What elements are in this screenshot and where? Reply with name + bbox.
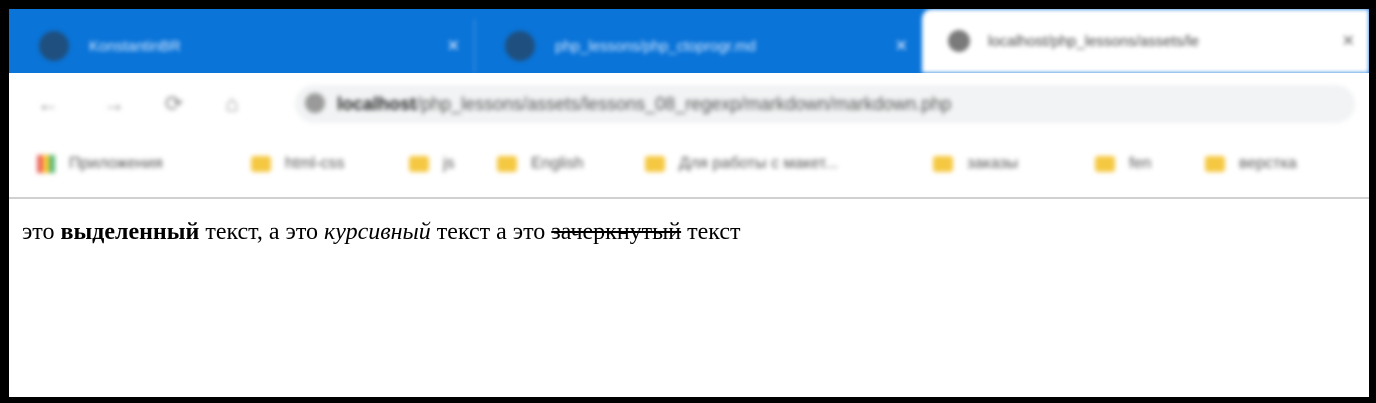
tab-localhost-active[interactable]: localhost/php_lessons/assets/le ✕ — [922, 9, 1369, 73]
home-icon[interactable]: ⌂ — [219, 91, 245, 117]
tab-title: localhost/php_lessons/assets/le — [988, 32, 1199, 50]
bookmark-apps[interactable]: Приложения — [37, 155, 163, 173]
info-icon[interactable] — [305, 93, 325, 113]
bookmarks-bar: Приложения html-css js English Для работ… — [9, 135, 1369, 199]
back-arrow-icon[interactable]: ← — [35, 91, 61, 117]
tab-php-lessons[interactable]: php_lessons/php_ctoprogr.md ✕ — [474, 19, 922, 73]
address-bar[interactable]: localhost/php_lessons/assets/lessons_08_… — [295, 85, 1355, 123]
folder-icon — [1205, 156, 1225, 172]
bookmark-html-css[interactable]: html-css — [251, 155, 345, 173]
close-icon[interactable]: ✕ — [447, 36, 460, 56]
folder-icon — [251, 156, 271, 172]
text-segment: текст — [681, 219, 741, 245]
bookmark-fen[interactable]: fen — [1095, 155, 1151, 173]
bold-text: выделенный — [60, 219, 200, 245]
strikethrough-text: зачеркнутый — [551, 219, 682, 245]
tab-title: php_lessons/php_ctoprogr.md — [555, 37, 756, 55]
forward-arrow-icon[interactable]: → — [101, 91, 127, 117]
folder-icon — [645, 156, 665, 172]
close-icon[interactable]: ✕ — [895, 36, 908, 56]
text-segment: текст а это — [430, 219, 552, 245]
folder-icon — [933, 156, 953, 172]
globe-icon — [948, 30, 970, 52]
text-segment: текст, а это — [199, 219, 324, 245]
markdown-output: это выделенный текст, а это курсивный те… — [22, 219, 740, 246]
tab-title: KonstantinBR — [89, 37, 181, 55]
tab-strip: KonstantinBR ✕ php_lessons/php_ctoprogr.… — [9, 9, 1369, 73]
url-text: localhost/php_lessons/assets/lessons_08_… — [337, 94, 952, 114]
github-icon — [505, 31, 535, 61]
folder-icon — [497, 156, 517, 172]
italic-text: курсивный — [324, 219, 431, 245]
reload-icon[interactable]: ⟳ — [161, 91, 187, 117]
bookmark-layouts[interactable]: Для работы с макет... — [645, 155, 838, 173]
page-viewport: это выделенный текст, а это курсивный те… — [9, 199, 1369, 397]
folder-icon — [1095, 156, 1115, 172]
folder-icon — [409, 156, 429, 172]
browser-toolbar: ← → ⟳ ⌂ localhost/php_lessons/assets/les… — [9, 73, 1369, 135]
github-icon — [39, 31, 69, 61]
browser-window: KonstantinBR ✕ php_lessons/php_ctoprogr.… — [9, 9, 1369, 397]
apps-icon — [37, 155, 55, 173]
bookmark-verstka[interactable]: верстка — [1205, 155, 1297, 173]
tab-konstantinbr[interactable]: KonstantinBR ✕ — [9, 19, 474, 73]
text-segment: это — [22, 219, 61, 245]
bookmark-js[interactable]: js — [409, 155, 455, 173]
bookmark-english[interactable]: English — [497, 155, 583, 173]
bookmark-orders[interactable]: заказы — [933, 155, 1018, 173]
close-icon[interactable]: ✕ — [1342, 31, 1355, 51]
